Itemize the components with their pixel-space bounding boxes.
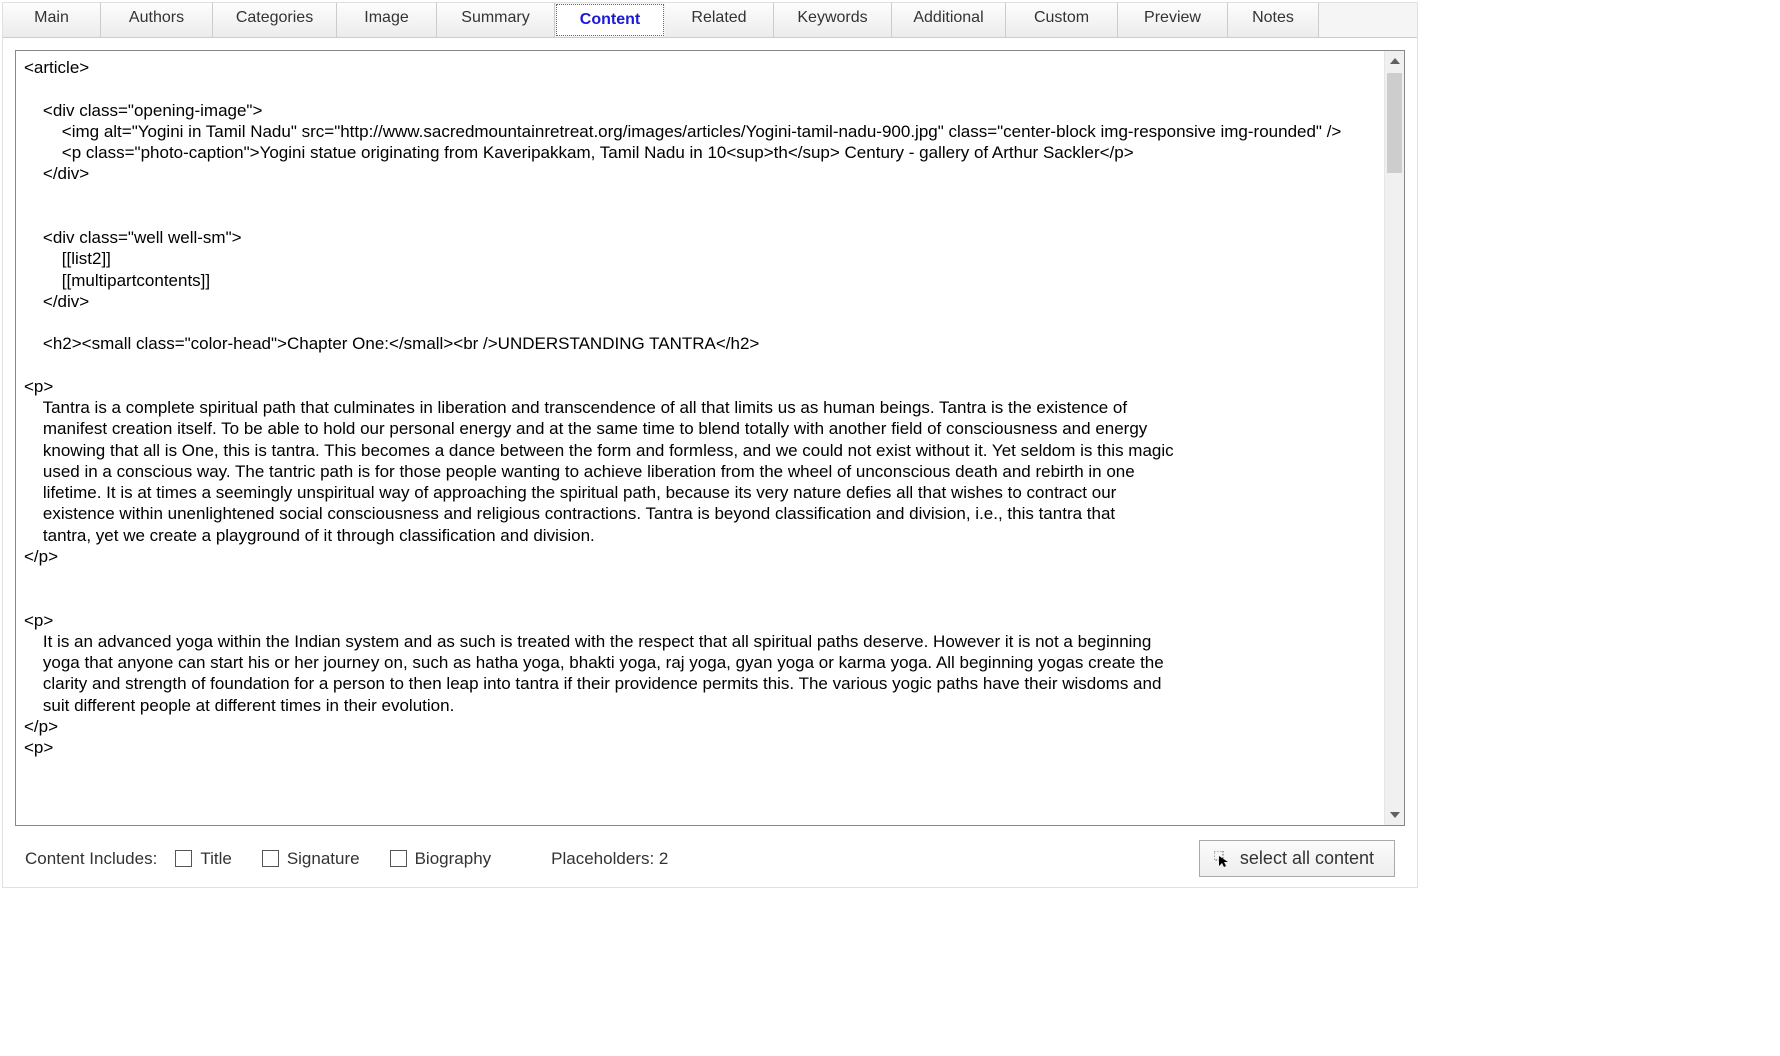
scroll-down-arrow-icon[interactable] xyxy=(1385,805,1404,825)
biography-checkbox[interactable]: Biography xyxy=(390,849,492,869)
tab-preview[interactable]: Preview xyxy=(1118,3,1228,37)
tab-main[interactable]: Main xyxy=(3,3,101,37)
biography-checkbox-label: Biography xyxy=(415,849,492,869)
tab-related[interactable]: Related xyxy=(665,3,774,37)
signature-checkbox-label: Signature xyxy=(287,849,360,869)
checkbox-icon xyxy=(262,850,279,867)
tab-additional[interactable]: Additional xyxy=(892,3,1006,37)
vertical-scrollbar[interactable] xyxy=(1384,51,1404,825)
tab-categories[interactable]: Categories xyxy=(213,3,337,37)
title-checkbox[interactable]: Title xyxy=(175,849,232,869)
title-checkbox-label: Title xyxy=(200,849,232,869)
tab-bar: Main Authors Categories Image Summary Co… xyxy=(3,3,1417,38)
scroll-up-arrow-icon[interactable] xyxy=(1385,51,1404,71)
select-all-label: select all content xyxy=(1240,848,1374,869)
tab-content[interactable]: Content xyxy=(556,4,664,36)
select-all-content-button[interactable]: select all content xyxy=(1199,840,1395,877)
tab-custom[interactable]: Custom xyxy=(1006,3,1118,37)
checkbox-icon xyxy=(390,850,407,867)
tab-keywords[interactable]: Keywords xyxy=(774,3,892,37)
scroll-thumb[interactable] xyxy=(1387,73,1402,173)
editor-wrap xyxy=(15,50,1405,826)
placeholders-count: Placeholders: 2 xyxy=(551,849,668,869)
checkbox-icon xyxy=(175,850,192,867)
signature-checkbox[interactable]: Signature xyxy=(262,849,360,869)
tab-authors[interactable]: Authors xyxy=(101,3,213,37)
tab-image[interactable]: Image xyxy=(337,3,437,37)
content-panel: Content Includes: Title Signature Biogra… xyxy=(3,38,1417,887)
cursor-select-icon xyxy=(1214,851,1230,867)
tab-summary[interactable]: Summary xyxy=(437,3,555,37)
tab-notes[interactable]: Notes xyxy=(1228,3,1319,37)
content-editor[interactable] xyxy=(16,51,1384,825)
bottom-bar: Content Includes: Title Signature Biogra… xyxy=(15,826,1405,887)
content-includes-label: Content Includes: xyxy=(25,849,157,869)
editor-window: Main Authors Categories Image Summary Co… xyxy=(2,2,1418,888)
